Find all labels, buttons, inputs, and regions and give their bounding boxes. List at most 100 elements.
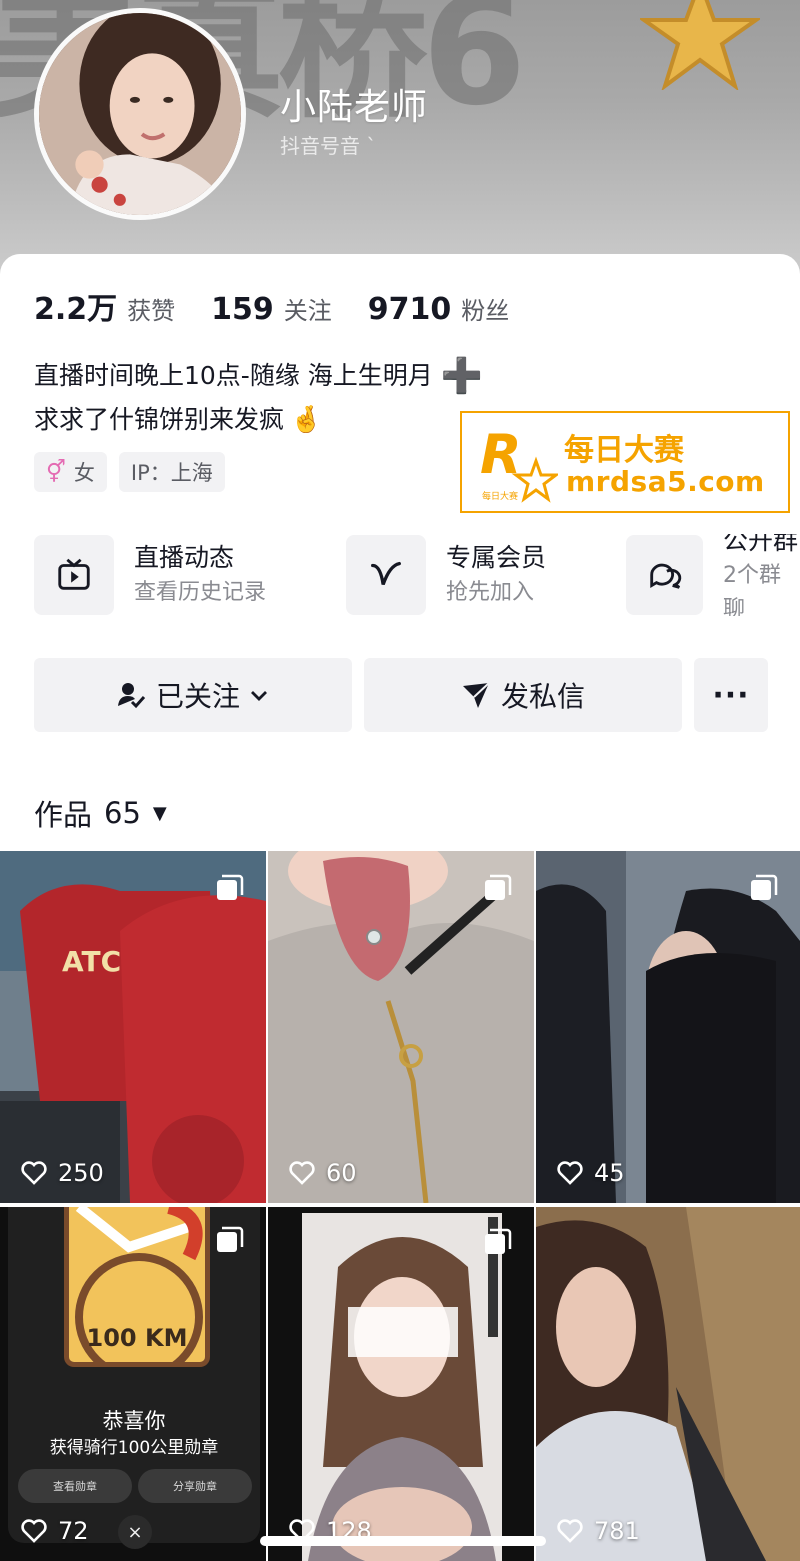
chat-bubbles-icon [626,535,703,615]
video-tile[interactable]: 60 [268,851,534,1203]
stat-followers[interactable]: 9710 粉丝 [368,291,510,327]
plus-icon: ➕ [440,356,484,396]
bio-line-1: 直播时间晚上10点-随缘 海上生明月 ➕ [34,354,483,398]
works-count: 65 [104,796,141,830]
stat-followers-value: 9710 [367,292,452,327]
nickname: 小陆老师 [280,87,429,128]
video-tile[interactable]: 100 KM 恭喜你 获得骑行100公里勋章 查看勋章 分享勋章 72 × [0,1207,266,1561]
stat-likes[interactable]: 2.2万 获赞 [34,284,175,328]
likes-count: 45 [556,1159,625,1187]
feature-live[interactable]: 直播动态 查看历史记录 [34,534,266,616]
bio: 直播时间晚上10点-随缘 海上生明月 ➕ 求求了什锦饼别来发疯 🤞 [34,354,483,442]
gender-tag: ⚥ 女 [34,452,107,492]
heart-icon [289,1161,315,1185]
feature-groups-title: 公开群 [723,534,799,555]
badge-km: 100 KM [86,1324,188,1352]
star-icon [640,0,760,90]
caret-down-icon: ▼ [152,802,167,824]
bio-line-2: 求求了什锦饼别来发疯 🤞 [34,398,483,442]
badge-frame: 100 KM [64,1207,210,1367]
chevron-down-icon [251,691,267,701]
video-tile[interactable]: 781 [536,1207,800,1561]
v-member-icon [346,535,426,615]
action-buttons: 已关注 发私信 ··· [34,658,768,732]
bio-line-1-text: 直播时间晚上10点-随缘 海上生明月 [34,361,433,390]
feature-live-subtitle: 查看历史记录 [134,580,267,605]
send-message-label: 发私信 [500,680,585,713]
close-icon[interactable]: × [118,1515,152,1549]
video-thumbnail [268,1207,534,1561]
watermark-logo: R 每日大赛 [480,423,558,503]
likes-count: 72 [20,1517,89,1545]
multi-image-icon [485,874,512,900]
heart-icon [557,1161,583,1185]
feature-membership-title: 专属会员 [446,543,547,572]
followed-button[interactable]: 已关注 [34,658,352,732]
crossed-fingers-icon: 🤞 [290,405,323,435]
likes-count: 60 [288,1159,357,1187]
badge-text: 获得骑行100公里勋章 [49,1438,219,1458]
home-indicator[interactable] [260,1536,546,1546]
stat-following-label: 关注 [283,297,332,325]
heart-icon [557,1519,583,1543]
likes-value: 781 [594,1517,640,1545]
stat-following-value: 159 [211,292,274,327]
watermark-url: mrdsa5.com [566,465,765,498]
watermark: R 每日大赛 每日大赛 mrdsa5.com [460,411,790,513]
multi-image-icon [217,874,244,900]
video-thumbnail [536,1207,800,1561]
works-label: 作品 [34,798,93,832]
video-thumbnail: ATC [0,851,266,1203]
gender-label: 女 [73,461,95,485]
stat-likes-label: 获赞 [127,297,176,325]
more-button[interactable]: ··· [694,658,768,732]
multi-image-icon [751,874,778,900]
send-icon [462,682,490,708]
bio-line-2-text: 求求了什锦饼别来发疯 [34,405,285,434]
video-tile[interactable]: 45 [536,851,800,1203]
feature-live-title: 直播动态 [134,543,235,572]
send-message-button[interactable]: 发私信 [364,658,682,732]
stat-likes-value: 2.2万 [34,292,118,327]
tv-icon [34,535,114,615]
svg-text:R: R [480,423,522,486]
badge-congrats: 恭喜你 [102,1409,166,1433]
likes-count: 781 [556,1517,640,1545]
followed-label: 已关注 [155,680,240,713]
profile-banner: 美真桥6 小陆老师 抖音号音 ` [0,0,800,290]
ip-label: IP：上海 [130,461,213,485]
likes-value: 72 [58,1517,89,1545]
feature-membership[interactable]: 专属会员 抢先加入 [346,534,546,616]
watermark-title: 每日大赛 [564,433,684,468]
svg-text:ATC: ATC [62,945,121,978]
feature-membership-subtitle: 抢先加入 [446,580,535,605]
multi-image-icon [217,1226,244,1252]
watermark-logo-caption: 每日大赛 [482,490,518,502]
stat-following[interactable]: 159 关注 [211,291,332,327]
heart-icon [21,1161,47,1185]
tags-row: ⚥ 女 IP：上海 [34,452,237,492]
view-badge-button: 查看勋章 [18,1469,132,1503]
likes-count: 250 [20,1159,104,1187]
ip-tag: IP：上海 [118,452,225,492]
feature-groups[interactable]: 公开群 2个群聊 [626,534,800,616]
video-tile[interactable]: ATC 250 [0,851,266,1203]
feature-groups-subtitle: 2个群聊 [723,563,781,616]
likes-value: 250 [58,1159,104,1187]
stats-row: 2.2万 获赞 159 关注 9710 粉丝 [34,284,545,328]
heart-icon [21,1519,47,1543]
avatar[interactable] [34,8,246,220]
feature-entries: 直播动态 查看历史记录 专属会员 抢先加入 公开群 2个群聊 [34,534,800,616]
video-thumbnail [536,851,800,1203]
video-tile[interactable]: 128 [268,1207,534,1561]
works-tab[interactable]: 作品 65 ▼ [34,792,167,834]
video-grid: ATC 250 60 45 100 KM 恭喜你 获得骑行100公里勋章 查看勋… [0,851,800,1561]
badge-card: 100 KM 恭喜你 获得骑行100公里勋章 查看勋章 分享勋章 [8,1207,260,1543]
likes-value: 60 [326,1159,357,1187]
stat-followers-label: 粉丝 [461,297,510,325]
likes-value: 45 [594,1159,625,1187]
multi-image-icon [485,1228,512,1254]
share-badge-button: 分享勋章 [138,1469,252,1503]
video-thumbnail [268,851,534,1203]
more-icon: ··· [712,677,750,713]
